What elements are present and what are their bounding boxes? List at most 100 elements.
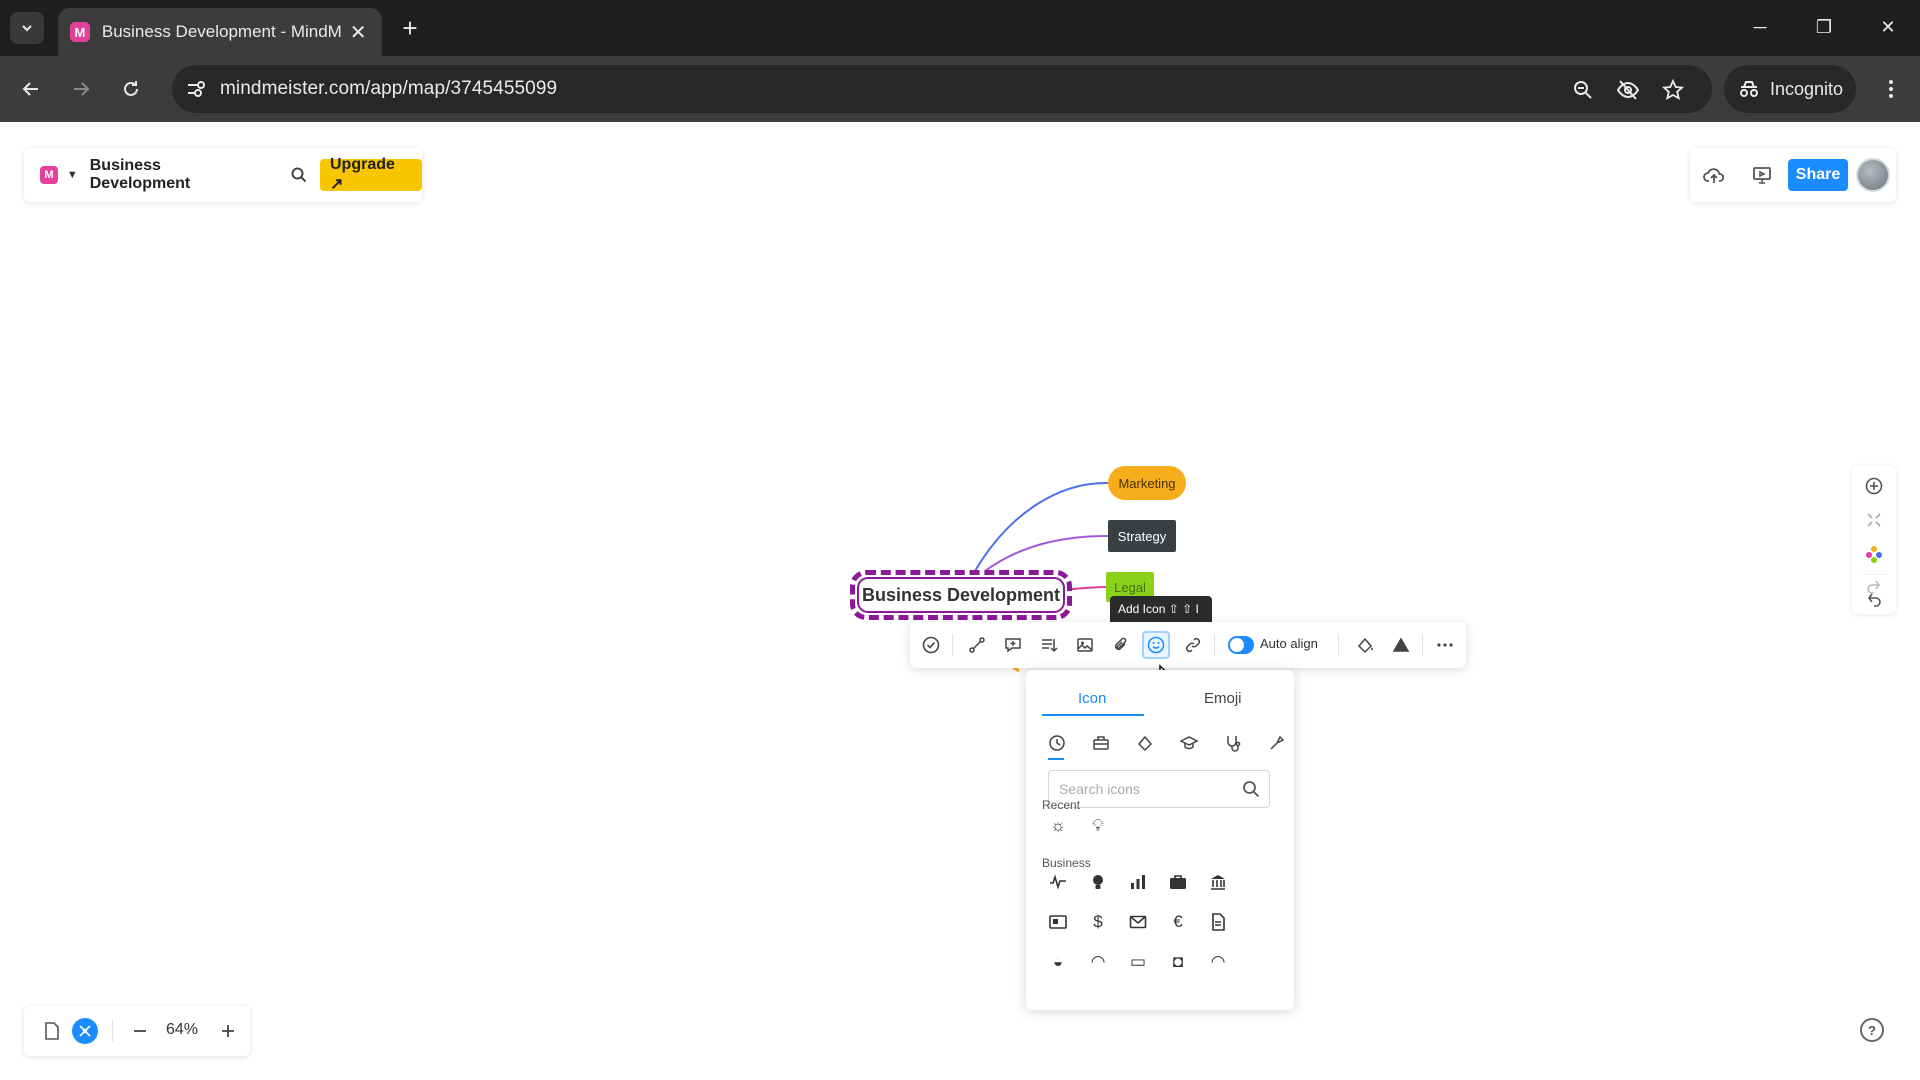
- recent-clock-icon[interactable]: [1046, 732, 1068, 754]
- more-category-icon[interactable]: [1266, 732, 1288, 754]
- search-icon[interactable]: [1242, 780, 1260, 798]
- zoom-out-button[interactable]: [128, 1019, 152, 1043]
- minimize-button[interactable]: ─: [1740, 12, 1780, 42]
- note-icon[interactable]: [1038, 634, 1060, 656]
- toolbar-divider: [112, 1020, 113, 1042]
- paint-bucket-icon[interactable]: [1354, 634, 1376, 656]
- partial-row-icon[interactable]: ◘: [1168, 952, 1188, 972]
- attachment-icon[interactable]: [1110, 634, 1132, 656]
- tab-close-icon[interactable]: ✕: [346, 20, 370, 45]
- bar-chart-icon[interactable]: [1128, 872, 1148, 892]
- mindmeister-logo-icon[interactable]: M: [40, 166, 58, 184]
- incognito-indicator[interactable]: Incognito: [1724, 65, 1856, 113]
- briefcase-icon[interactable]: [1168, 872, 1188, 892]
- toolbar-divider: [952, 634, 953, 656]
- node-toolbar: Auto align: [910, 622, 1466, 668]
- undo-icon[interactable]: [1862, 588, 1886, 612]
- fit-map-icon[interactable]: [1862, 508, 1886, 532]
- mindmeister-favicon-icon: M: [70, 22, 90, 42]
- auto-align-toggle[interactable]: [1228, 636, 1254, 654]
- euro-icon[interactable]: €: [1168, 912, 1188, 932]
- url-text[interactable]: mindmeister.com/app/map/3745455099: [220, 78, 557, 100]
- mail-icon[interactable]: [1128, 912, 1148, 932]
- back-arrow-icon: [22, 82, 38, 96]
- pulse-icon[interactable]: [1048, 872, 1068, 892]
- bank-icon[interactable]: [1208, 872, 1228, 892]
- browser-tab[interactable]: M Business Development - MindM ✕: [58, 8, 382, 56]
- map-actions-panel: Share: [1690, 148, 1896, 202]
- lightbulb-icon[interactable]: 💡︎: [1088, 816, 1108, 836]
- search-icon[interactable]: [288, 164, 310, 186]
- partial-row-icon[interactable]: ▭: [1128, 952, 1148, 972]
- idea-bulb-icon[interactable]: [1088, 872, 1108, 892]
- user-avatar[interactable]: [1856, 158, 1890, 192]
- close-window-button[interactable]: ✕: [1868, 12, 1908, 42]
- incognito-label: Incognito: [1770, 78, 1844, 99]
- comment-icon[interactable]: [1002, 634, 1024, 656]
- connect-icon[interactable]: [966, 634, 988, 656]
- add-topic-icon[interactable]: [1862, 474, 1886, 498]
- smiley-icon: [1147, 636, 1165, 654]
- tab-icon[interactable]: Icon: [1078, 690, 1106, 707]
- help-icon[interactable]: ?: [1860, 1018, 1884, 1042]
- share-button[interactable]: Share: [1788, 159, 1848, 191]
- new-tab-button[interactable]: +: [396, 14, 424, 42]
- mindmap-canvas[interactable]: Marketing Strategy Legal Business Develo…: [0, 122, 1920, 1080]
- upgrade-button[interactable]: Upgrade ↗: [320, 156, 422, 193]
- section-recent: Recent: [1042, 798, 1081, 812]
- root-topic-label: Business Development: [861, 584, 1061, 605]
- active-tab-indicator: [1042, 714, 1144, 716]
- health-category-icon[interactable]: [1222, 732, 1244, 754]
- forward-button[interactable]: [64, 72, 98, 106]
- active-category-indicator: [1048, 758, 1064, 760]
- icon-search-input[interactable]: [1048, 770, 1270, 808]
- auto-align-label: Auto align: [1260, 636, 1318, 651]
- cloud-upload-icon[interactable]: [1702, 163, 1726, 187]
- tab-list-button[interactable]: [10, 12, 44, 44]
- connector-legal: [1071, 586, 1107, 590]
- partial-row-icon[interactable]: ◠: [1088, 952, 1108, 972]
- add-icon-button[interactable]: [1142, 631, 1170, 659]
- design-category-icon[interactable]: [1134, 732, 1156, 754]
- task-check-icon[interactable]: [920, 634, 942, 656]
- zoom-in-button[interactable]: [216, 1019, 240, 1043]
- shape-triangle-icon[interactable]: [1390, 634, 1412, 656]
- link-icon[interactable]: [1182, 634, 1204, 656]
- zoom-icon[interactable]: [1570, 77, 1596, 103]
- image-icon[interactable]: [1074, 634, 1096, 656]
- map-style-icon[interactable]: [1862, 542, 1886, 566]
- tab-emoji[interactable]: Emoji: [1204, 690, 1242, 707]
- document-icon[interactable]: [1208, 912, 1228, 932]
- dollar-icon[interactable]: $: [1088, 912, 1108, 932]
- toolbar-divider: [1422, 634, 1423, 656]
- business-category-icon[interactable]: [1090, 732, 1112, 754]
- id-card-icon[interactable]: [1048, 912, 1068, 932]
- browser-menu-button[interactable]: [1876, 72, 1906, 106]
- mindmap-view-icon[interactable]: [72, 1018, 98, 1044]
- reload-button[interactable]: [114, 72, 148, 106]
- sun-icon[interactable]: ☼: [1048, 816, 1068, 836]
- topic-strategy[interactable]: Strategy: [1108, 520, 1176, 552]
- restore-button[interactable]: ❐: [1804, 12, 1844, 42]
- toolbar-divider: [1338, 634, 1339, 656]
- chevron-down-icon[interactable]: ▼: [67, 169, 78, 181]
- map-title[interactable]: Business Development: [90, 157, 264, 193]
- root-topic[interactable]: Business Development: [850, 570, 1072, 620]
- incognito-icon: [1740, 81, 1758, 97]
- forward-arrow-icon: [74, 82, 90, 96]
- topic-marketing[interactable]: Marketing: [1108, 466, 1186, 500]
- partial-row-icon[interactable]: ◒: [1048, 952, 1068, 972]
- more-horizontal-icon[interactable]: [1434, 634, 1456, 656]
- address-bar[interactable]: mindmeister.com/app/map/3745455099: [172, 65, 1712, 113]
- bookmark-star-icon[interactable]: [1660, 77, 1686, 103]
- zoom-level: 64%: [166, 1021, 199, 1038]
- presentation-icon[interactable]: [1750, 163, 1774, 187]
- tab-title: Business Development - MindM: [101, 22, 342, 41]
- tracking-protection-icon[interactable]: [1615, 77, 1641, 103]
- outline-view-icon[interactable]: [40, 1019, 64, 1043]
- partial-row-icon[interactable]: ◠: [1208, 952, 1228, 972]
- site-settings-icon[interactable]: [184, 77, 208, 101]
- back-button[interactable]: [14, 72, 48, 106]
- education-category-icon[interactable]: [1178, 732, 1200, 754]
- chevron-down-icon: [22, 25, 32, 32]
